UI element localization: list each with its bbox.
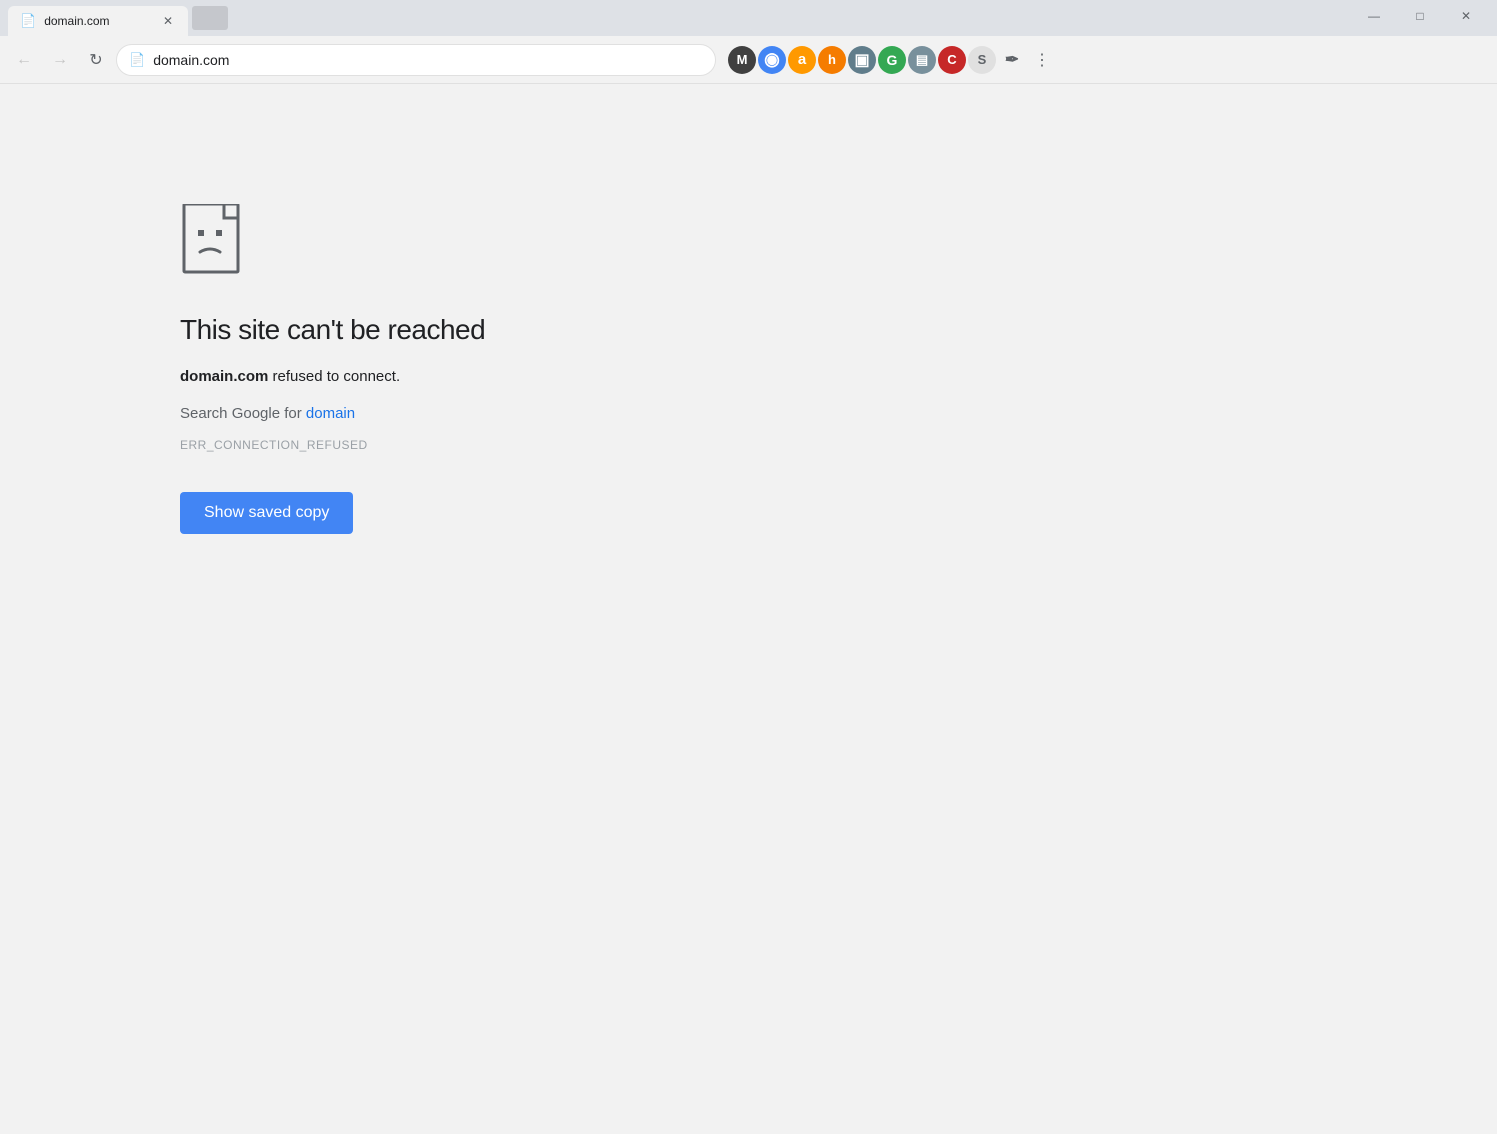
browser-window: 📄 domain.com ✕ — □ ✕ ← → ↻ 📄 domain.com …	[0, 0, 1497, 1134]
ext-c[interactable]: C	[938, 46, 966, 74]
new-tab-area	[192, 6, 228, 30]
ext-amazon[interactable]: a	[788, 46, 816, 74]
title-bar: 📄 domain.com ✕ — □ ✕	[0, 0, 1497, 36]
extensions-area: M ◉ a h ▣ G ▤ C S ✒ ⋮	[728, 46, 1056, 74]
minimize-button[interactable]: —	[1351, 0, 1397, 32]
error-description-suffix: refused to connect.	[268, 368, 400, 385]
error-title: This site can't be reached	[180, 314, 485, 346]
window-controls: — □ ✕	[1351, 0, 1489, 36]
close-button[interactable]: ✕	[1443, 0, 1489, 32]
search-prefix: Search Google for	[180, 405, 306, 422]
error-code: ERR_CONNECTION_REFUSED	[180, 438, 368, 452]
tab-page-icon: 📄	[20, 13, 36, 29]
ext-mailtrack[interactable]: M	[728, 46, 756, 74]
error-container: This site can't be reached domain.com re…	[180, 204, 485, 534]
address-bar[interactable]: 📄 domain.com	[116, 44, 716, 76]
ext-honey[interactable]: h	[818, 46, 846, 74]
ext-screen[interactable]: ▣	[848, 46, 876, 74]
show-saved-copy-button[interactable]: Show saved copy	[180, 492, 353, 534]
maximize-button[interactable]: □	[1397, 0, 1443, 32]
error-description: domain.com refused to connect.	[180, 366, 400, 389]
browser-tab[interactable]: 📄 domain.com ✕	[8, 6, 188, 36]
forward-button[interactable]: →	[44, 44, 76, 76]
address-text: domain.com	[153, 52, 703, 68]
search-link[interactable]: domain	[306, 405, 355, 422]
error-search: Search Google for domain	[180, 405, 355, 422]
reload-button[interactable]: ↻	[80, 44, 112, 76]
address-bar-icon: 📄	[129, 52, 145, 68]
navigation-bar: ← → ↻ 📄 domain.com M ◉ a h ▣ G ▤ C S ✒ ⋮	[0, 36, 1497, 84]
ext-s[interactable]: S	[968, 46, 996, 74]
tab-title: domain.com	[44, 14, 152, 28]
ext-pen[interactable]: ✒	[998, 46, 1026, 74]
error-domain: domain.com	[180, 368, 268, 385]
browser-menu-button[interactable]: ⋮	[1028, 46, 1056, 74]
back-button[interactable]: ←	[8, 44, 40, 76]
ext-blue[interactable]: ◉	[758, 46, 786, 74]
ext-gray[interactable]: ▤	[908, 46, 936, 74]
error-icon	[180, 204, 252, 284]
tab-close-button[interactable]: ✕	[160, 13, 176, 29]
page-content: This site can't be reached domain.com re…	[0, 84, 1497, 1134]
ext-grammarly[interactable]: G	[878, 46, 906, 74]
